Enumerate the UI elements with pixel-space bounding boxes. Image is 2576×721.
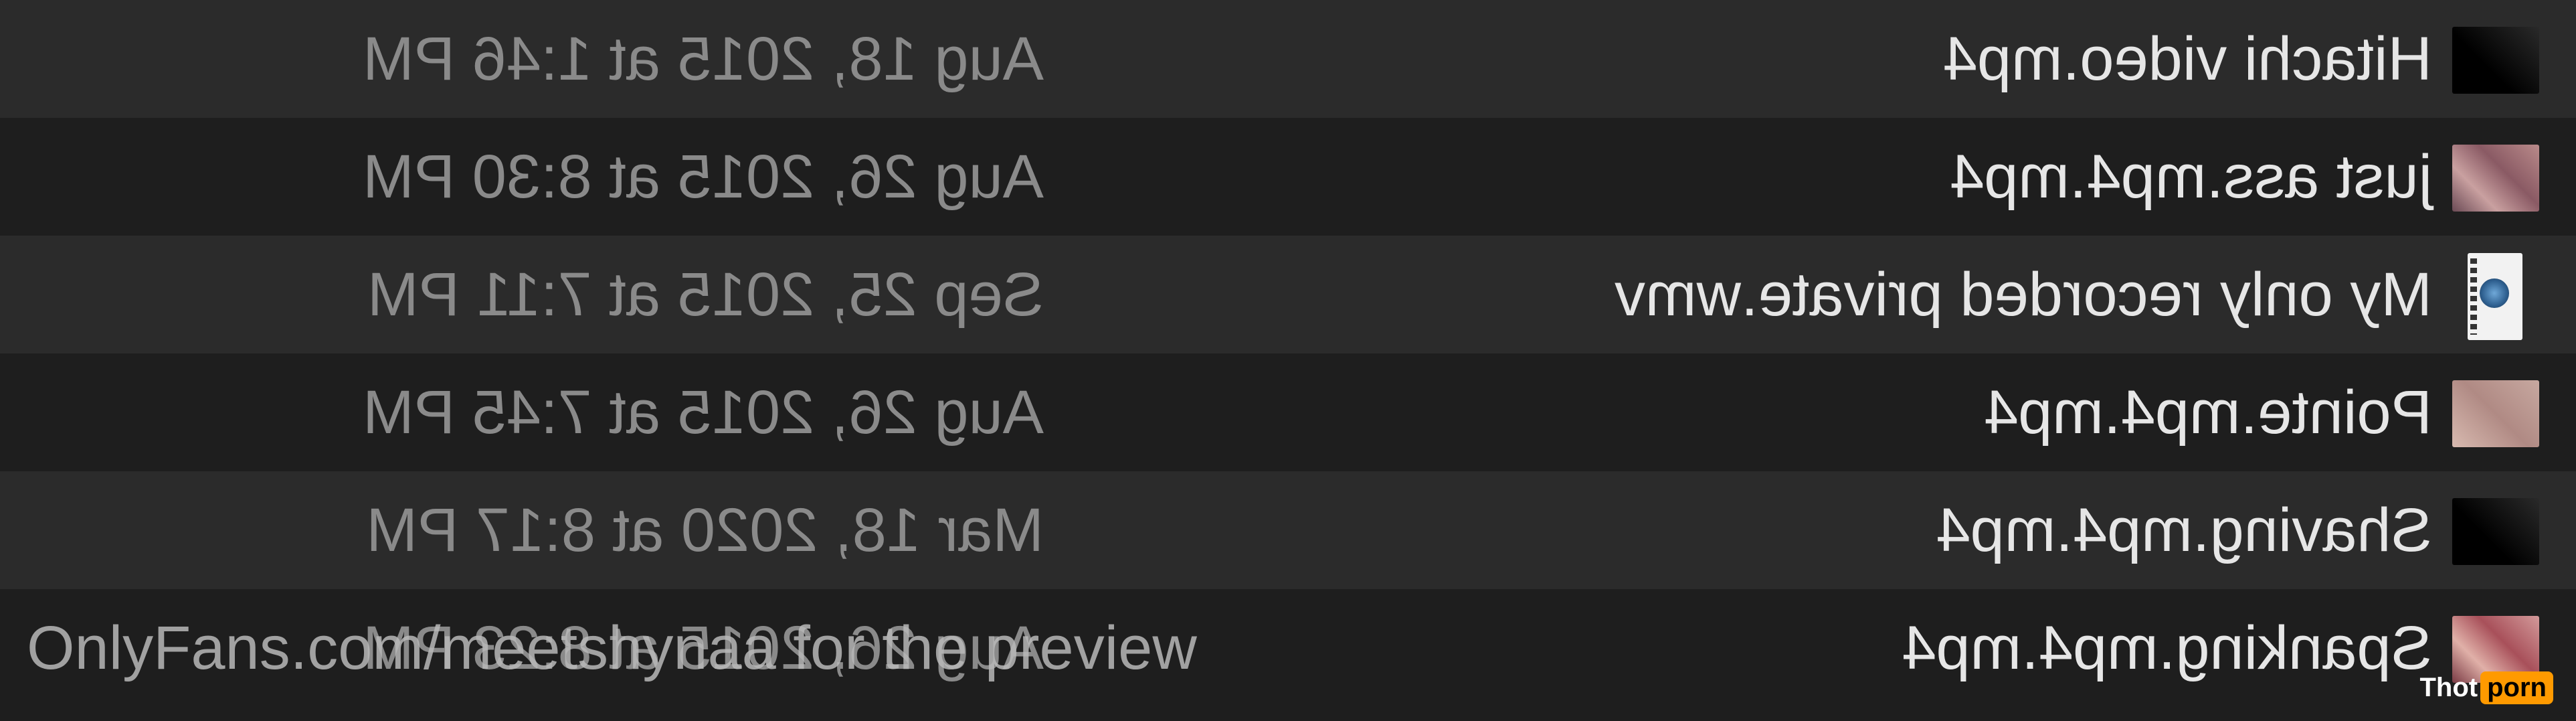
video-thumbnail-icon (2452, 498, 2539, 565)
file-list: Hitachi video.mp4 Aug 18, 2015 at 1:46 P… (0, 0, 2576, 721)
film-strip-icon (2470, 258, 2477, 335)
file-row[interactable]: Pointe.mp4.mp4 Aug 26, 2015 at 7:45 PM (0, 353, 2576, 471)
badge-text-part1: Thot (2419, 672, 2478, 702)
file-name: Hitachi video.mp4 (1942, 25, 2432, 93)
watermark-text: OnlyFans.com/meetshynaa for the preview (27, 614, 1197, 682)
film-reel-icon (2480, 278, 2509, 308)
file-date-modified: Aug 26, 2015 at 7:45 PM (363, 378, 1044, 447)
file-name: Spanking.mp4.mp4 (1902, 614, 2432, 682)
file-date-modified: Sep 25, 2015 at 7:11 PM (367, 260, 1044, 329)
video-thumbnail-icon (2452, 145, 2539, 212)
file-row[interactable]: My only recorded private.wmv Sep 25, 201… (0, 236, 2576, 353)
file-row[interactable]: just ass.mp4.mp4 Aug 26, 2015 at 8:30 PM (0, 118, 2576, 236)
file-row[interactable]: Shaving.mp4.mp4 Mar 18, 2020 at 8:17 PM (0, 471, 2576, 589)
file-row[interactable]: Hitachi video.mp4 Aug 18, 2015 at 1:46 P… (0, 0, 2576, 118)
video-thumbnail-icon (2452, 380, 2539, 447)
file-name: My only recorded private.wmv (1615, 260, 2432, 329)
file-date-modified: Mar 18, 2020 at 8:17 PM (366, 496, 1044, 564)
site-badge-logo: Thot porn (2419, 669, 2553, 706)
file-date-modified: Aug 18, 2015 at 1:46 PM (363, 25, 1044, 93)
file-name: Pointe.mp4.mp4 (1984, 378, 2432, 447)
video-thumbnail-icon (2452, 27, 2539, 94)
file-name: just ass.mp4.mp4 (1950, 143, 2432, 211)
wmv-file-icon (2468, 253, 2522, 340)
badge-text-part2: porn (2480, 671, 2553, 704)
file-name: Shaving.mp4.mp4 (1936, 496, 2432, 564)
watermark-overlay: OnlyFans.com/meetshynaa for the preview (27, 589, 1499, 707)
file-date-modified: Aug 26, 2015 at 8:30 PM (363, 143, 1044, 211)
